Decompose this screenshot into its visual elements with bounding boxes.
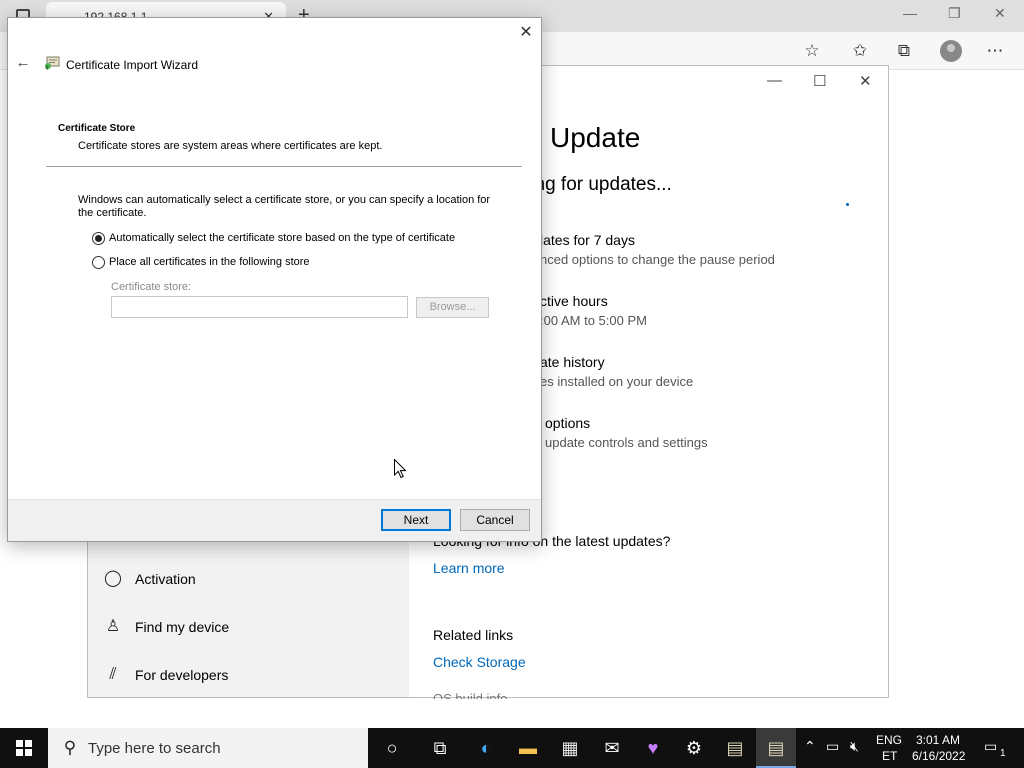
header-divider	[46, 166, 522, 167]
certificate-import-wizard-dialog: ✕ ← Certificate Import Wizard Certificat…	[7, 17, 542, 542]
sidebar-item-label: Find my device	[135, 619, 230, 635]
page-title: Update	[550, 122, 641, 153]
radio-button-unchecked[interactable]	[92, 256, 105, 269]
settings-maximize-button[interactable]: ☐	[813, 72, 826, 90]
notifications-icon[interactable]: ▭	[984, 738, 997, 755]
taskbar: ⚲ Type here to search ○ ⧉ ◐ ▬ ▦ ✉ ♥ ⚙ ▤ …	[0, 728, 1024, 768]
radio-auto-label[interactable]: Automatically select the certificate sto…	[109, 232, 455, 244]
favorites-icon[interactable]: ✩	[850, 41, 870, 61]
sidebar-item-label: Activation	[135, 571, 196, 587]
clock-time[interactable]: 3:01 AM	[916, 733, 960, 747]
notification-count-badge: 1	[1000, 748, 1006, 759]
person-pin-icon: ♙	[105, 618, 121, 635]
check-storage-link[interactable]: Check Storage	[433, 654, 526, 670]
file-explorer-icon[interactable]: ▬	[508, 728, 548, 768]
browse-button: Browse...	[416, 297, 489, 318]
sidebar-item-label: For developers	[135, 667, 229, 683]
collections-icon[interactable]: ⧉	[894, 41, 914, 61]
option-update-history[interactable]: ate history	[540, 354, 605, 370]
search-placeholder: Type here to search	[88, 740, 221, 757]
volume-muted-icon[interactable]: 🔇︎	[850, 738, 859, 755]
profile-icon[interactable]	[940, 40, 962, 62]
mail-icon[interactable]: ✉	[592, 728, 632, 768]
radio-button-checked[interactable]	[92, 232, 105, 245]
browser-minimize-button[interactable]: —	[903, 5, 917, 21]
feedback-hub-icon[interactable]: ♥	[633, 728, 673, 768]
search-icon: ⚲	[63, 738, 77, 757]
radio-manual-label[interactable]: Place all certificates in the following …	[109, 256, 310, 268]
region-indicator[interactable]: ET	[882, 749, 897, 763]
progress-dot-icon	[846, 203, 849, 206]
option-pause-updates-desc: nced options to change the pause period	[540, 252, 775, 267]
option-active-hours-desc: :00 AM to 5:00 PM	[540, 313, 647, 328]
developer-tools-icon: ⫽	[109, 666, 117, 683]
microsoft-store-icon[interactable]: ▦	[550, 728, 590, 768]
section-title: Certificate Store	[58, 123, 136, 134]
certificate-store-label: Certificate store:	[111, 281, 192, 293]
option-update-history-desc: es installed on your device	[540, 374, 694, 389]
network-icon[interactable]: ▭	[826, 738, 839, 755]
option-advanced-options-desc: update controls and settings	[545, 435, 708, 450]
back-arrow-icon[interactable]: ←	[15, 55, 31, 71]
os-build-info-link[interactable]: OS build info	[433, 691, 507, 699]
section-description: Certificate stores are system areas wher…	[78, 140, 383, 152]
browser-restore-button[interactable]: ❐	[948, 5, 961, 22]
intro-text: Windows can automatically select a certi…	[78, 194, 491, 219]
settings-minimize-button[interactable]: —	[767, 72, 782, 89]
edge-icon[interactable]: ◐	[466, 728, 506, 768]
next-button[interactable]: Next	[381, 509, 451, 531]
update-status: ting for updates...	[525, 174, 672, 195]
start-button[interactable]	[0, 728, 48, 768]
option-pause-updates[interactable]: lates for 7 days	[540, 232, 635, 248]
browser-close-button[interactable]: ✕	[994, 5, 1006, 22]
settings-close-button[interactable]: ✕	[859, 72, 872, 90]
certificate-icon	[45, 56, 60, 70]
check-circle-icon: ◯	[104, 570, 122, 587]
language-indicator[interactable]: ENG	[876, 733, 902, 747]
task-view-icon[interactable]: ⧉	[420, 728, 460, 768]
show-hidden-icons-icon[interactable]: ⌃	[804, 738, 816, 755]
cortana-icon[interactable]: ○	[372, 728, 412, 768]
option-active-hours[interactable]: ctive hours	[540, 293, 608, 309]
add-favorite-icon[interactable]: ☆	[802, 41, 822, 61]
certificate-wizard-taskbar-icon[interactable]: ▤	[756, 728, 796, 768]
wizard-title: Certificate Import Wizard	[66, 58, 199, 72]
close-icon[interactable]: ✕	[518, 25, 534, 41]
certificate-manager-icon[interactable]: ▤	[715, 728, 755, 768]
clock-date[interactable]: 6/16/2022	[912, 749, 965, 763]
windows-logo-icon	[16, 740, 32, 756]
learn-more-link[interactable]: Learn more	[433, 560, 505, 576]
related-links-heading: Related links	[433, 627, 514, 643]
taskbar-search-box[interactable]: ⚲ Type here to search	[48, 728, 368, 768]
mouse-pointer-icon	[394, 459, 406, 478]
option-advanced-options[interactable]: options	[545, 415, 590, 431]
settings-gear-icon[interactable]: ⚙	[674, 728, 714, 768]
certificate-store-input	[111, 296, 408, 318]
cancel-button[interactable]: Cancel	[460, 509, 530, 531]
more-icon[interactable]: ⋯	[985, 41, 1005, 61]
